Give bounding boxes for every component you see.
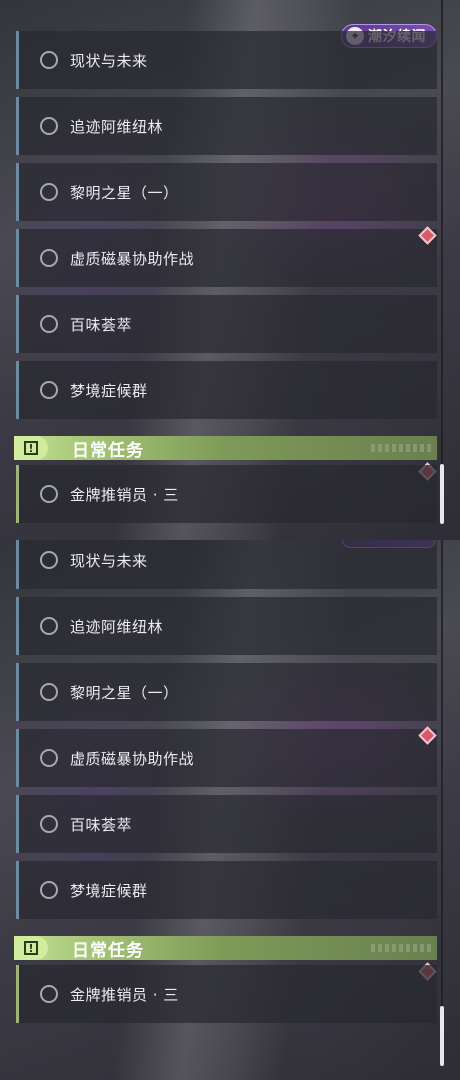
- quest-label: 金牌推销员 · 三: [70, 485, 179, 504]
- quest-label: 黎明之星（一）: [70, 683, 179, 702]
- quest-label: 现状与未来: [70, 51, 148, 70]
- quest-label: 梦境症候群: [70, 381, 148, 400]
- quest-item[interactable]: 梦境症候群: [16, 361, 437, 419]
- quest-list-panel-bottom: 现状与未来 追迹阿维纽林 黎明之星（一） 虚质磁暴协助作战 百味荟萃 梦境症候群…: [0, 540, 460, 1080]
- quest-item[interactable]: 百味荟萃: [16, 295, 437, 353]
- scrollbar-thumb[interactable]: [440, 464, 444, 524]
- radio-circle-icon[interactable]: [40, 617, 58, 635]
- quest-label: 追迹阿维纽林: [70, 117, 164, 136]
- radio-circle-icon[interactable]: [40, 183, 58, 201]
- scrollbar-track[interactable]: [441, 540, 443, 1064]
- quest-item[interactable]: 追迹阿维纽林: [16, 597, 437, 655]
- radio-circle-icon[interactable]: [40, 117, 58, 135]
- quest-label: 现状与未来: [70, 551, 148, 570]
- quest-item[interactable]: 现状与未来: [16, 31, 437, 89]
- quest-label: 金牌推销员 · 三: [70, 985, 179, 1004]
- category-title: 日常任务: [72, 440, 144, 461]
- quest-item[interactable]: 黎明之星（一）: [16, 663, 437, 721]
- quest-label: 虚质磁暴协助作战: [70, 749, 195, 768]
- category-title: 日常任务: [72, 940, 144, 961]
- radio-circle-icon[interactable]: [40, 985, 58, 1003]
- radio-circle-icon[interactable]: [40, 551, 58, 569]
- quest-item[interactable]: 追迹阿维纽林: [16, 97, 437, 155]
- quest-label: 追迹阿维纽林: [70, 617, 164, 636]
- scrollbar-thumb[interactable]: [440, 1006, 444, 1066]
- radio-circle-icon[interactable]: [40, 683, 58, 701]
- radio-circle-icon[interactable]: [40, 881, 58, 899]
- quest-item[interactable]: 梦境症候群: [16, 861, 437, 919]
- category-icon-container: !: [14, 936, 48, 960]
- decorative-stripes: [371, 444, 431, 452]
- quest-item[interactable]: 虚质磁暴协助作战: [16, 729, 437, 787]
- quest-list-panel-top: ✦ 潮汐续闻 现状与未来 追迹阿维纽林 黎明之星（一） 虚质磁暴协助作战 百味荟…: [0, 0, 460, 540]
- quest-label: 百味荟萃: [70, 315, 133, 334]
- quest-label: 虚质磁暴协助作战: [70, 249, 195, 268]
- quest-item[interactable]: 金牌推销员 · 三: [16, 465, 437, 523]
- quest-label: 梦境症候群: [70, 881, 148, 900]
- radio-circle-icon[interactable]: [40, 485, 58, 503]
- quest-item[interactable]: 金牌推销员 · 三: [16, 965, 437, 1023]
- radio-circle-icon[interactable]: [40, 749, 58, 767]
- quest-label: 黎明之星（一）: [70, 183, 179, 202]
- quest-item[interactable]: 黎明之星（一）: [16, 163, 437, 221]
- exclamation-box-icon: !: [24, 441, 38, 455]
- category-icon-container: !: [14, 436, 48, 460]
- category-header-daily[interactable]: ! 日常任务: [14, 936, 437, 961]
- quest-item[interactable]: 虚质磁暴协助作战: [16, 229, 437, 287]
- quest-item[interactable]: 百味荟萃: [16, 795, 437, 853]
- decorative-stripes: [371, 944, 431, 952]
- radio-circle-icon[interactable]: [40, 815, 58, 833]
- quest-label: 百味荟萃: [70, 815, 133, 834]
- radio-circle-icon[interactable]: [40, 249, 58, 267]
- scrollbar-track[interactable]: [441, 0, 443, 524]
- category-header-daily[interactable]: ! 日常任务: [14, 436, 437, 461]
- radio-circle-icon[interactable]: [40, 51, 58, 69]
- exclamation-box-icon: !: [24, 941, 38, 955]
- radio-circle-icon[interactable]: [40, 381, 58, 399]
- radio-circle-icon[interactable]: [40, 315, 58, 333]
- quest-item[interactable]: 现状与未来: [16, 540, 437, 589]
